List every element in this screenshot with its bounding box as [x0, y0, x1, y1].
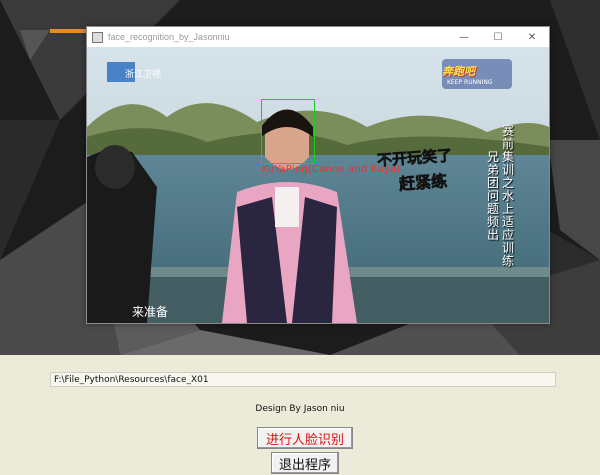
vertical-caption: 兄弟团问题频出 [487, 150, 500, 242]
taskbar-accent [50, 29, 90, 33]
show-logo-subtitle: KEEP RUNNING [447, 79, 493, 86]
start-recognition-button[interactable]: 进行人脸识别 [257, 427, 353, 449]
channel-logo: 浙江卫视 [125, 70, 162, 80]
minimize-icon[interactable]: — [447, 27, 481, 47]
show-logo: 奔跑吧 [442, 65, 475, 78]
video-frame: 浙江卫视 奔跑吧 KEEP RUNNING 赛前集训之水上适应训练 兄弟团问题频… [87, 47, 549, 323]
window-title: face_recognition_by_Jasonniu [108, 32, 230, 42]
opencv-window: face_recognition_by_Jasonniu — ☐ ✕ 浙江卫视 … [86, 26, 550, 324]
subtitle-caption: 赶紧练 [398, 171, 448, 194]
subtitle-caption: 来准备 [132, 305, 169, 319]
maximize-icon[interactable]: ☐ [481, 27, 515, 47]
vertical-caption: 赛前集训之水上适应训练 [502, 124, 515, 268]
app-window-icon [92, 31, 103, 43]
face-recognition-label: XuYaPing(Canoe and Kaya) [261, 164, 401, 175]
credit-label: Design By Jason niu [255, 404, 345, 414]
path-input[interactable]: F:\File_Python\Resources\face_X01 [50, 372, 556, 387]
face-detection-box [261, 99, 315, 164]
window-titlebar[interactable]: face_recognition_by_Jasonniu — ☐ ✕ [87, 27, 549, 47]
exit-button[interactable]: 退出程序 [271, 452, 339, 474]
close-icon[interactable]: ✕ [515, 27, 549, 47]
